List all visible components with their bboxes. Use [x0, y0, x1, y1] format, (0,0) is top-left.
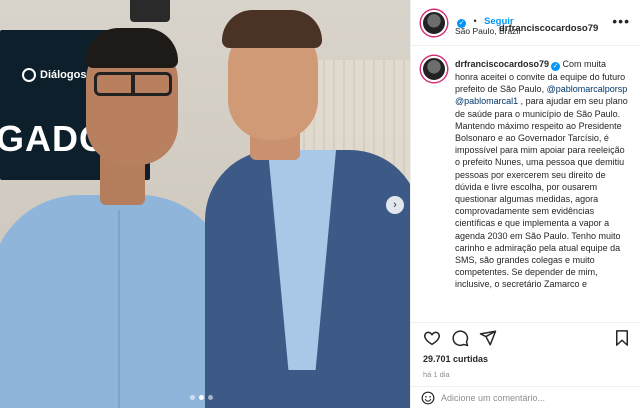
person-left-hair — [86, 28, 178, 68]
ceiling-light — [130, 0, 170, 22]
caption-avatar[interactable] — [421, 56, 447, 82]
person-left-placket — [118, 210, 120, 408]
more-options-icon[interactable]: ••• — [612, 13, 630, 29]
person-left-glasses — [94, 72, 172, 96]
carousel-dot-active — [199, 395, 204, 400]
caption-section: drfranciscocardoso79 ✓ Com muita honra ac… — [411, 46, 640, 318]
person-left-shirt — [0, 195, 230, 408]
separator-dot: • — [473, 16, 477, 26]
avatar[interactable] — [421, 10, 447, 36]
action-bar — [411, 322, 640, 350]
carousel-dots — [190, 395, 213, 400]
post-photo[interactable]: Diálogos Saúde GADO › — [0, 0, 410, 408]
location-link[interactable]: São Paulo, Brazil — [455, 26, 520, 36]
mention-link[interactable]: @pablomarcal1 — [455, 96, 518, 106]
heart-icon[interactable] — [423, 329, 441, 347]
comment-icon[interactable] — [451, 329, 469, 347]
person-right-hair — [222, 10, 322, 48]
post-header: drfranciscocardoso79 ✓ • Seguir São Paul… — [411, 0, 640, 46]
emoji-icon[interactable] — [421, 391, 435, 405]
share-icon[interactable] — [479, 329, 497, 347]
carousel-dot — [208, 395, 213, 400]
mention-link[interactable]: @pablomarcalporsp — [547, 84, 628, 94]
comment-bar — [411, 386, 640, 408]
caption-username[interactable]: drfranciscocardoso79 — [455, 59, 549, 69]
comment-input[interactable] — [441, 390, 631, 406]
post-details-panel: drfranciscocardoso79 ✓ • Seguir São Paul… — [410, 0, 640, 408]
caption-text: drfranciscocardoso79 ✓ Com muita honra ac… — [455, 58, 631, 291]
likes-count[interactable]: 29.701 curtidas — [423, 354, 488, 364]
brand-logo-icon — [22, 68, 36, 82]
post-timestamp[interactable]: há 1 dia — [423, 370, 450, 379]
chevron-right-icon[interactable]: › — [386, 196, 404, 214]
caption-text-part-2: , para ajudar em seu plano de saúde para… — [455, 96, 628, 290]
carousel-dot — [190, 395, 195, 400]
bookmark-icon[interactable] — [613, 329, 631, 347]
verified-badge-icon: ✓ — [551, 62, 561, 71]
